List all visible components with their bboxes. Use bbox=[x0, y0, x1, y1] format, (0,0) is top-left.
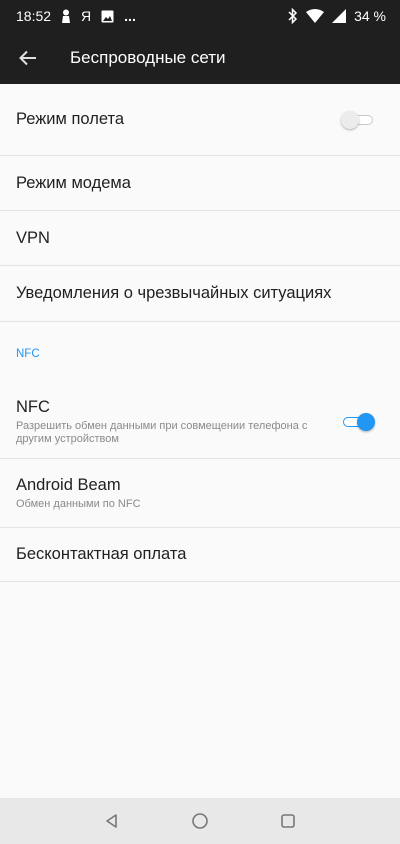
setting-title: Android Beam bbox=[16, 475, 121, 494]
arrow-back-icon bbox=[19, 50, 37, 66]
ya-icon: Я bbox=[81, 8, 92, 24]
section-header-nfc: NFC bbox=[16, 348, 40, 360]
setting-android-beam[interactable]: Android Beam Обмен данными по NFC bbox=[0, 459, 400, 528]
setting-emergency-alerts[interactable]: Уведомления о чрезвычайных ситуациях bbox=[0, 266, 400, 322]
status-left: 18:52 Я ... bbox=[16, 8, 136, 24]
wifi-icon bbox=[306, 9, 325, 23]
setting-title: Режим модема bbox=[16, 173, 131, 192]
cellular-icon bbox=[332, 9, 347, 23]
more-icon: ... bbox=[124, 8, 136, 24]
setting-title: Режим полета bbox=[16, 110, 125, 128]
app-bar: Беспроводные сети bbox=[0, 32, 400, 84]
back-button[interactable] bbox=[0, 32, 56, 84]
setting-title: Уведомления о чрезвычайных ситуациях bbox=[16, 284, 332, 302]
nfc-toggle[interactable] bbox=[343, 413, 375, 431]
settings-list: Режим полета Режим модема VPN Уведомлени… bbox=[0, 84, 400, 582]
person-icon bbox=[61, 9, 71, 23]
back-triangle-icon bbox=[104, 813, 120, 829]
setting-title: NFC bbox=[16, 398, 50, 416]
page-title: Беспроводные сети bbox=[70, 48, 226, 67]
setting-contactless-payment[interactable]: Бесконтактная оплата bbox=[0, 528, 400, 582]
bluetooth-icon bbox=[288, 8, 298, 24]
status-right: 34 % bbox=[288, 8, 386, 24]
setting-subtitle: Обмен данными по NFC bbox=[16, 497, 141, 510]
setting-modem[interactable]: Режим модема bbox=[0, 156, 400, 211]
battery-percent: 34 % bbox=[354, 8, 386, 24]
setting-vpn[interactable]: VPN bbox=[0, 211, 400, 266]
navigation-bar bbox=[0, 798, 400, 844]
home-circle-icon bbox=[191, 812, 209, 830]
setting-title: Бесконтактная оплата bbox=[16, 545, 187, 563]
nav-back-button[interactable] bbox=[100, 809, 124, 833]
airplane-mode-toggle[interactable] bbox=[341, 110, 373, 129]
recents-square-icon bbox=[280, 813, 296, 829]
image-icon bbox=[101, 10, 114, 23]
status-time: 18:52 bbox=[16, 8, 52, 24]
setting-subtitle: Разрешить обмен данными при совмещении т… bbox=[16, 420, 308, 445]
setting-airplane-mode[interactable]: Режим полета bbox=[0, 84, 400, 156]
nav-recents-button[interactable] bbox=[276, 809, 300, 833]
setting-title: VPN bbox=[16, 228, 50, 247]
nav-home-button[interactable] bbox=[188, 809, 212, 833]
setting-nfc[interactable]: NFC Разрешить обмен данными при совмещен… bbox=[0, 386, 400, 459]
status-bar: 18:52 Я ... 34 % bbox=[0, 0, 400, 32]
